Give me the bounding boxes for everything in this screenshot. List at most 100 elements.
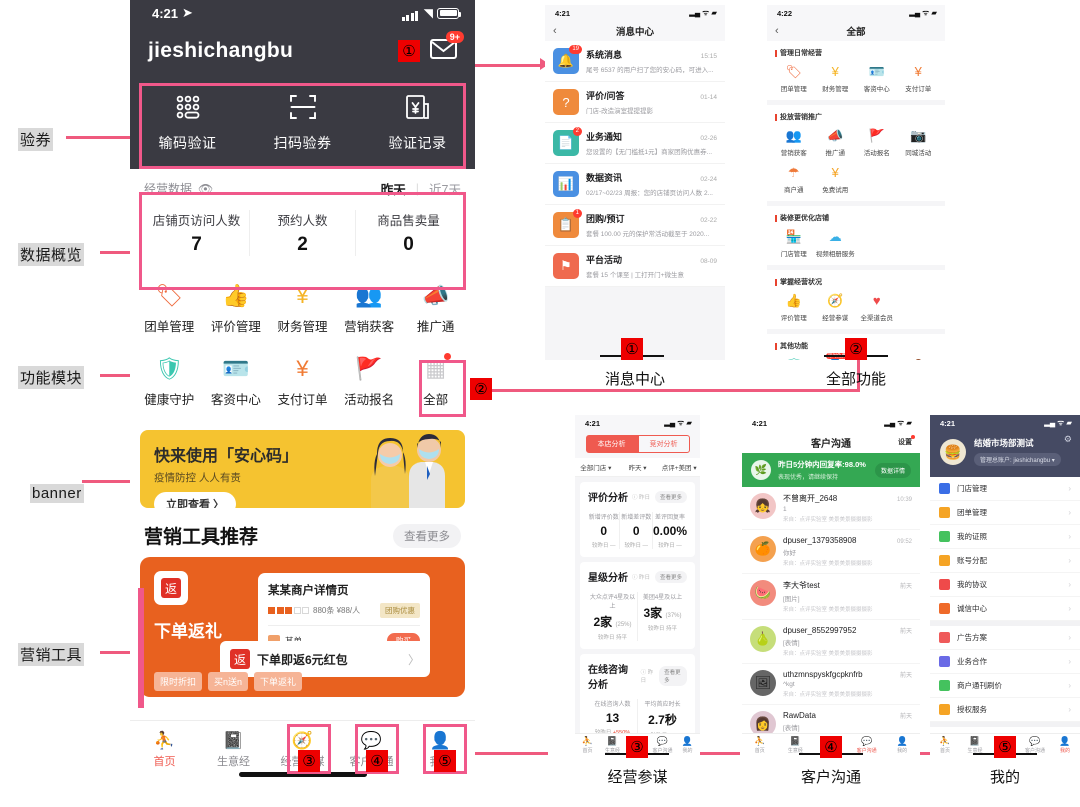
segment-competitor[interactable]: 竞对分析	[637, 435, 690, 453]
group-item-0[interactable]: 👍 评价管理	[773, 292, 815, 323]
group-item-3[interactable]: 📷 同城活动	[898, 127, 940, 158]
chevron-right-icon: ›	[1068, 633, 1071, 642]
banner-cta-button[interactable]: 立即查看 〉	[154, 492, 237, 508]
profile-row-6[interactable]: 广告方案 ›	[930, 626, 1080, 650]
user-info[interactable]: 🍔 结婚市场部测试 管理总账户: jieshichangbu ▾	[930, 431, 1080, 467]
marketing-card[interactable]: 返 下单返礼 某某商户详情页 880条 ¥88/人 团购优惠 某单 购买	[140, 557, 465, 697]
card-more-button[interactable]: 查看更多	[659, 666, 687, 686]
group-item-0[interactable]: 👥 营销获客	[773, 127, 815, 158]
back-button[interactable]: ‹	[553, 25, 557, 37]
message-item[interactable]: ? 评价/问答 01-14 门店-改造演室提提提影	[545, 82, 725, 123]
function-cell-5[interactable]: 🛡 健康守护	[136, 349, 203, 414]
conversation-item[interactable]: 🍐 dpuser_8552997952 前天 [表情] 来自：点评实验室 美景美景摄摄摄…	[742, 620, 920, 664]
info-icon[interactable]: ⓘ 昨日	[641, 668, 656, 684]
profile-row-0[interactable]: 门店管理 ›	[930, 477, 1080, 501]
contract-icon	[939, 579, 950, 590]
profile-row-7[interactable]: 业务合作 ›	[930, 650, 1080, 674]
analysis-segment-control[interactable]: 本店分析 竞对分析	[575, 431, 700, 458]
safety-code-banner[interactable]: 快来使用「安心码」 疫情防控 人人有责 立即查看 〉	[140, 430, 465, 508]
chevron-right-icon: ›	[1068, 556, 1071, 565]
group-item-0[interactable]: 🏷 团单管理	[773, 63, 815, 94]
message-item[interactable]: 🔔 19 系统消息 15:15 尾号 6537 的用户扫了您的安心码，可进入...	[545, 41, 725, 82]
group-item-0[interactable]: 🛡健康守护	[773, 356, 815, 361]
message-item[interactable]: ⚑ 平台活动 08-09 套餐 15 个课至 | 工打开门+微生意	[545, 246, 725, 287]
card-more-button[interactable]: 查看更多	[654, 490, 687, 503]
function-cell-6[interactable]: 🪪 客资中心	[203, 349, 270, 414]
profile-row-3[interactable]: 账号分配 ›	[930, 549, 1080, 573]
tab-首页[interactable]: ⛹ 首页	[742, 734, 778, 757]
info-icon[interactable]: ⓘ 昨日	[632, 573, 650, 581]
message-item[interactable]: 📊 数据资讯 02-24 02/17~02/23 周报：您的店铺页访问人数 2...	[545, 164, 725, 205]
location-arrow-icon: ➤	[182, 5, 193, 20]
group-item-2[interactable]: 🚩 活动报名	[856, 127, 898, 158]
function-cell-8[interactable]: 🚩 活动报名	[336, 349, 403, 414]
marketing-pill-0[interactable]: 限时折扣	[154, 672, 203, 691]
marketing-pill-1[interactable]: 买n送n	[208, 672, 249, 691]
connector-all-functions	[470, 389, 860, 392]
group-item-2[interactable]: ♥ 全渠道会员	[856, 292, 898, 322]
profile-row-9[interactable]: 授权服务 ›	[930, 698, 1080, 722]
filter-platform[interactable]: 点评+美团 ▾	[658, 462, 700, 472]
tab-我的[interactable]: 👤 我的	[1050, 734, 1080, 757]
group-item-1[interactable]: 📣 推广通	[815, 127, 857, 158]
tab-我的[interactable]: 👤 我的	[884, 734, 920, 757]
tab-首页[interactable]: ⛹ 首页	[930, 734, 960, 757]
group-item-3[interactable]: ¥ 支付订单	[898, 63, 940, 93]
home-person-icon: ⛹	[153, 731, 176, 750]
cert-icon	[939, 531, 950, 542]
settings-button[interactable]: 设置	[898, 435, 915, 447]
group-item-4[interactable]: ☂ 商户通	[773, 164, 815, 195]
tab-首页[interactable]: ⛹ 首页	[575, 734, 600, 757]
message-item[interactable]: 📄 2 业务通知 02-26 您设置的【无门槛抵1元】商家团购优惠券...	[545, 123, 725, 164]
group-item-0[interactable]: 🏪 门店管理	[773, 228, 815, 259]
group-item-1[interactable]: ¥ 财务管理	[815, 63, 857, 93]
store-icon: 🏪	[785, 228, 802, 244]
info-icon[interactable]: ⓘ 昨日	[632, 493, 650, 501]
message-item[interactable]: 📋 1 团购/预订 02-22 套餐 100.00 元的保护常活动截至于 2020...	[545, 205, 725, 246]
status-icons: ▂▄ ᯤ ▰	[1044, 418, 1072, 427]
filter-date[interactable]: 昨天 ▾	[617, 462, 659, 472]
tab-首页[interactable]: ⛹ 首页	[130, 721, 199, 780]
conversation-item[interactable]: 👧 不曾离开_2648 10:39 1 来自：点评实验室 美景美景摄摄摄影	[742, 487, 920, 530]
stat-name: 差评回复率	[654, 515, 685, 521]
chat-icon: 💬	[656, 736, 669, 746]
profile-row-5[interactable]: 诚信中心 ›	[930, 597, 1080, 621]
banner-detail-button[interactable]: 数据详情	[874, 462, 911, 478]
function-cell-7[interactable]: ¥ 支付订单	[269, 349, 336, 414]
analytics-phone: 4:21 ▂▄ ᯤ ▰ 本店分析 竞对分析 全部门店 ▾ 昨天 ▾ 点评+美团 …	[575, 415, 700, 757]
profile-row-2[interactable]: 我的证照 ›	[930, 525, 1080, 549]
group-item-3[interactable]: 💼商家学院	[898, 356, 940, 361]
group-item-1[interactable]: 🧭 经营参谋	[815, 292, 857, 323]
message-time: 02-22	[700, 217, 717, 224]
profile-row-4[interactable]: 我的协议 ›	[930, 573, 1080, 597]
group-item-5[interactable]: ¥ 免费试用	[815, 164, 857, 194]
nav-title: 全部	[846, 27, 866, 38]
marketing-pill-2[interactable]: 下单返礼	[254, 672, 303, 691]
marketing-more-button[interactable]: 查看更多	[393, 523, 461, 548]
response-rate-banner[interactable]: 🌿 昨日5分钟内回复率:98.0% 表现优秀，请继续保持 数据详情	[742, 453, 920, 487]
store-icon	[939, 483, 950, 494]
filter-stores[interactable]: 全部门店 ▾	[575, 462, 617, 472]
conversation-item[interactable]: 🍉 李大爷test 前天 [图片] 来自：点评实验室 美景美景摄摄摄影	[742, 574, 920, 620]
card-title: 星级分析	[588, 573, 628, 584]
tab-我的[interactable]: 👤 我的	[675, 734, 700, 757]
chat-icon: 💬	[1029, 736, 1041, 746]
connector-msg-center	[470, 64, 548, 67]
rating-stars	[268, 607, 309, 614]
segment-own-shop[interactable]: 本店分析	[585, 435, 638, 453]
profile-row-8[interactable]: 商户通刊刷价 ›	[930, 674, 1080, 698]
function-label: 推广通	[416, 320, 455, 334]
conversation-item[interactable]: 🍊 dpuser_1379358908 09:52 你好 来自：点评实验室 美景美景摄摄…	[742, 530, 920, 574]
message-button[interactable]: 9+	[430, 30, 464, 64]
back-button[interactable]: ‹	[775, 25, 779, 37]
promo-text: 下单即返6元红包	[257, 652, 348, 667]
gear-icon[interactable]: ⚙	[1064, 434, 1072, 445]
group-item-1[interactable]: ☁ 视频相册服务	[815, 228, 857, 259]
conversation-item[interactable]: 🖼 uthzmnspyskfgcpknfrb 前天 ^kgt 来自：点评实验室 美景美景…	[742, 664, 920, 705]
stat-value: 3家 (37%)	[643, 606, 682, 620]
profile-row-1[interactable]: 团单管理 ›	[930, 501, 1080, 525]
group-item-2[interactable]: 🪪 客资中心	[856, 63, 898, 94]
status-bar: 4:21 ▂▄ ᯤ ▰	[742, 415, 920, 431]
card-more-button[interactable]: 查看更多	[654, 570, 687, 583]
item-label: 营销获客	[780, 150, 807, 157]
